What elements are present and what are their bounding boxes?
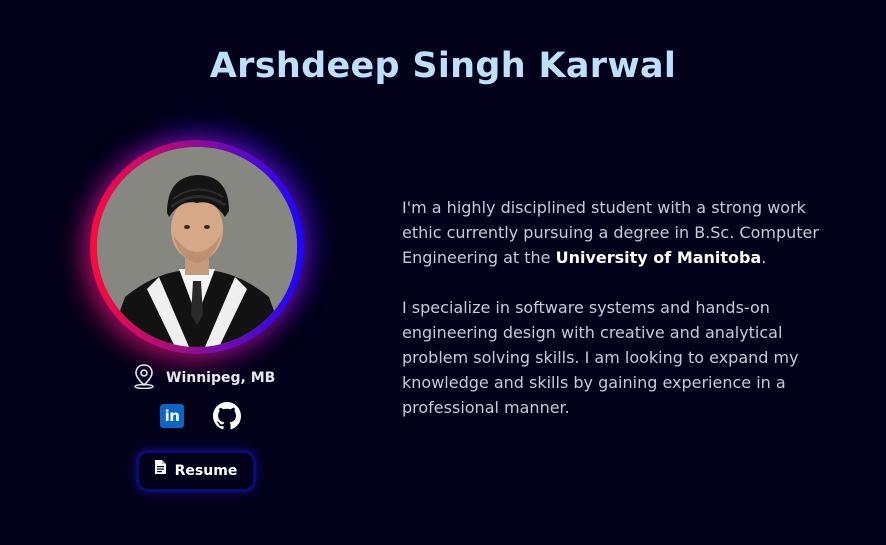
avatar	[97, 147, 297, 347]
linkedin-label: in	[164, 407, 180, 425]
bio: I'm a highly disciplined student with a …	[402, 195, 822, 420]
resume-button[interactable]: Resume	[136, 450, 256, 492]
bio-paragraph-2: I specialize in software systems and han…	[402, 298, 799, 417]
location-text: Winnipeg, MB	[166, 370, 276, 386]
page-title: Arshdeep Singh Karwal	[209, 46, 677, 86]
profile-column: Winnipeg, MB in Resume	[80, 136, 316, 506]
profile-photo	[97, 147, 297, 347]
resume-label: Resume	[174, 463, 238, 479]
github-icon[interactable]	[213, 402, 241, 430]
social-links: in	[160, 402, 241, 430]
location: Winnipeg, MB	[132, 364, 275, 392]
bio-p1-end: .	[761, 248, 767, 267]
university-name: University of Manitoba	[555, 248, 762, 267]
document-icon	[154, 459, 166, 478]
bio-paragraph-1: I'm a highly disciplined student with a …	[402, 195, 822, 270]
map-pin-icon	[132, 363, 156, 393]
linkedin-icon[interactable]: in	[160, 404, 184, 428]
avatar-ring	[90, 140, 304, 354]
portfolio-page: Arshdeep Singh Karwal Winnipeg, MB in Re…	[0, 0, 886, 545]
